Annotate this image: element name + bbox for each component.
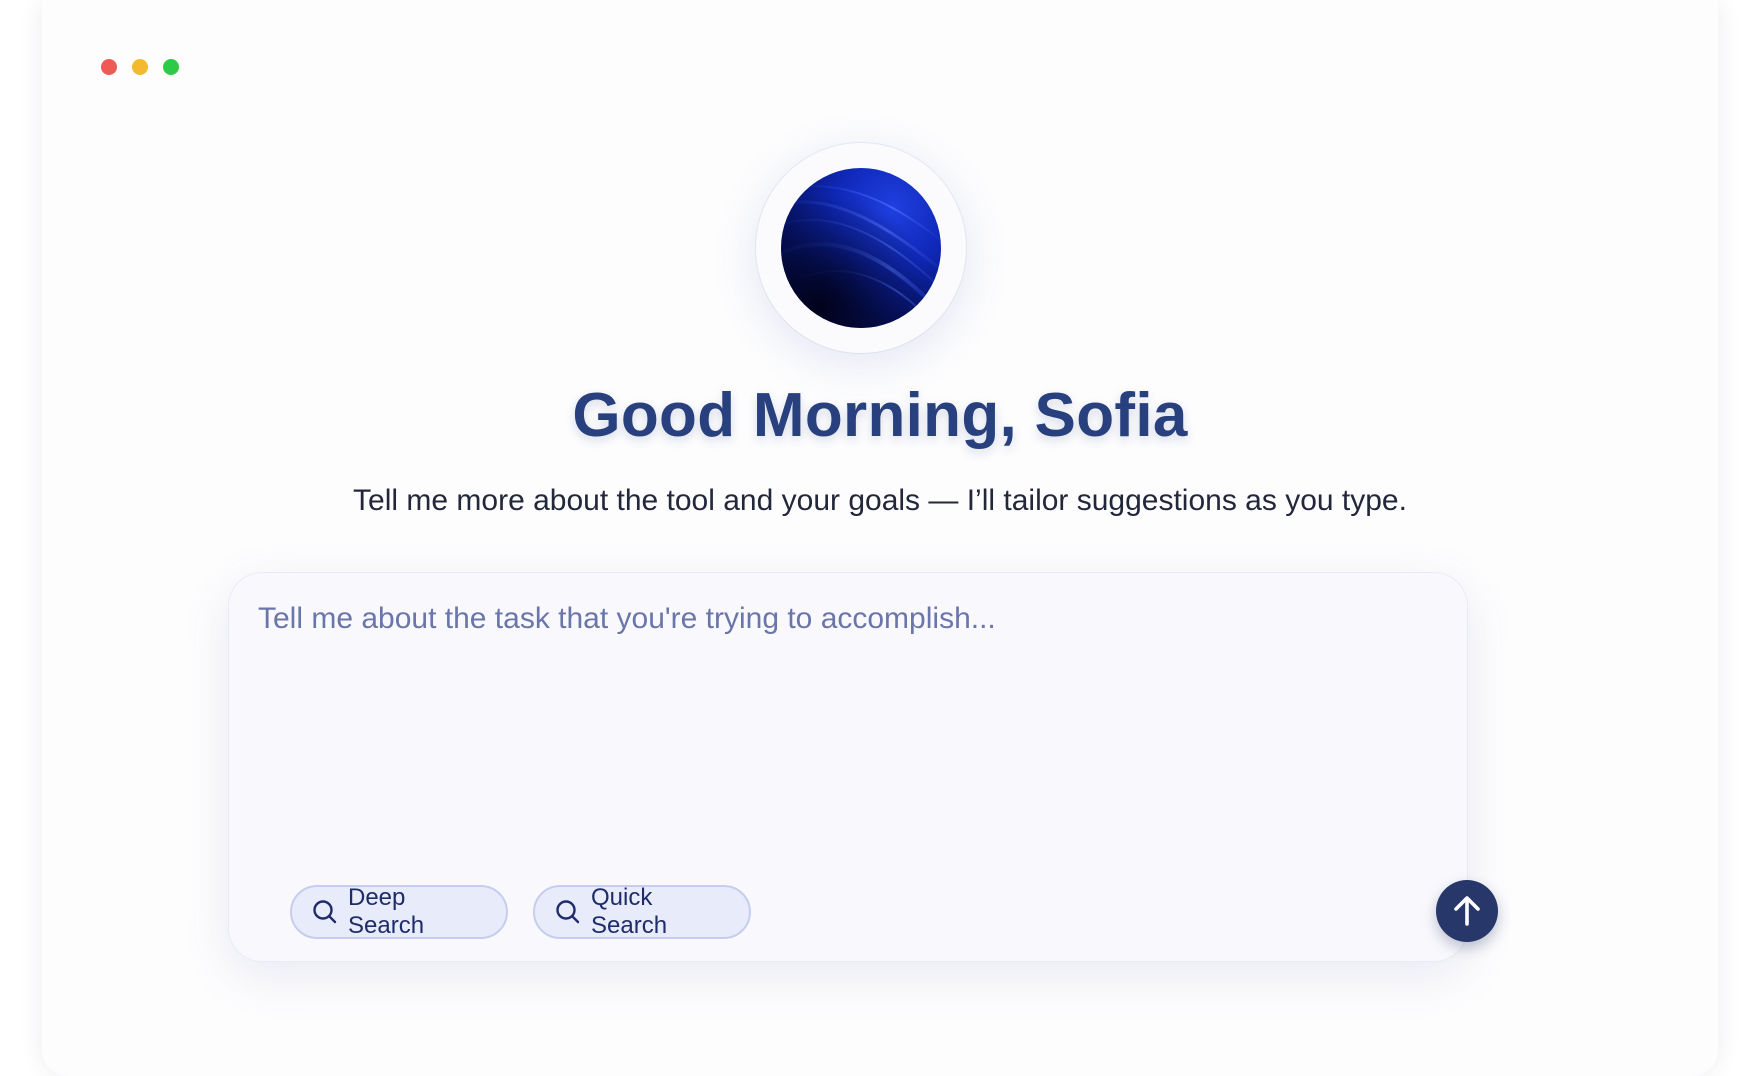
greeting-title: Good Morning, Sofia [572, 381, 1188, 450]
search-icon [313, 900, 337, 924]
orb-light-streaks [781, 168, 941, 328]
greeting-subtitle: Tell me more about the tool and your goa… [353, 484, 1407, 517]
prompt-input[interactable] [258, 602, 1428, 842]
zoom-window-button[interactable] [163, 59, 179, 75]
deep-search-label: Deep Search [348, 884, 425, 939]
send-button[interactable] [1436, 880, 1498, 942]
search-icon [556, 900, 580, 924]
arrow-up-icon [1454, 896, 1480, 926]
assistant-avatar [756, 143, 966, 353]
minimize-window-button[interactable] [132, 59, 148, 75]
close-window-button[interactable] [101, 59, 117, 75]
window-controls [101, 59, 179, 75]
app-window: Good Morning, Sofia Tell me more about t… [42, 0, 1718, 1076]
quick-search-label: Quick Search [591, 884, 668, 939]
assistant-orb-icon [781, 168, 941, 328]
quick-search-button[interactable]: Quick Search [533, 884, 751, 939]
deep-search-button[interactable]: Deep Search [290, 884, 508, 939]
prompt-composer: Deep Search Quick Search [228, 572, 1498, 962]
